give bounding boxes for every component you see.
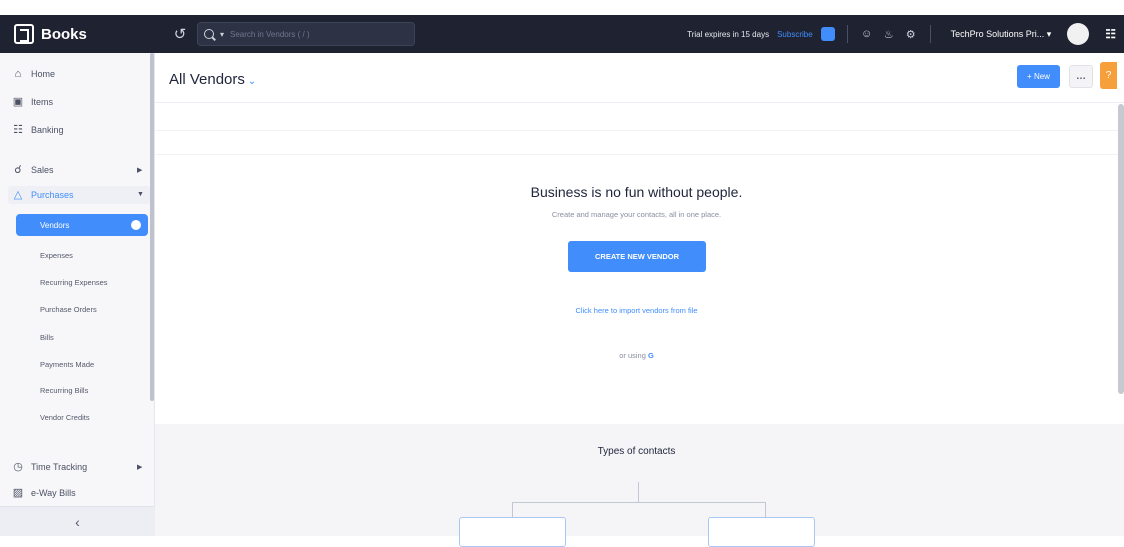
empty-state-title: Business is no fun without people.	[530, 184, 743, 200]
sidebar-item-label: Items	[31, 96, 54, 107]
search-bar[interactable]: ▾	[197, 22, 415, 46]
trial-text: Trial expires in 15 days	[687, 29, 770, 39]
sidebar-item-label: Home	[31, 69, 56, 79]
recent-history-icon[interactable]: ↺	[171, 25, 189, 43]
tree-connector	[512, 502, 513, 517]
sidebar-item-label: Time Tracking	[31, 461, 88, 472]
sidebar-item-recurring-expenses[interactable]: Recurring Expenses	[40, 278, 108, 287]
empty-state-panel: Business is no fun without people. Creat…	[155, 104, 1118, 424]
top-right-controls: Trial expires in 15 days Subscribe ☺ ♨ ⚙…	[687, 23, 1124, 45]
sidebar-scrollbar[interactable]	[150, 53, 154, 401]
subscribe-badge-icon[interactable]	[820, 27, 835, 41]
gear-icon[interactable]: ⚙	[904, 28, 918, 41]
organization-switcher[interactable]: TechPro Solutions Pri... ▾	[951, 29, 1052, 40]
sidebar-item-label: e-Way Bills	[31, 487, 76, 498]
or-using-row: or using G	[155, 351, 1118, 360]
contact-type-card	[708, 517, 815, 547]
sidebar-item-vendors[interactable]: Vendors	[16, 214, 148, 236]
page-title-dropdown[interactable]: All Vendors ⌄	[169, 71, 256, 88]
import-vendors-link[interactable]: Click here to import vendors from file	[155, 306, 1118, 315]
cart-icon: ☌	[14, 164, 22, 176]
items-box-icon: ▣	[12, 96, 24, 108]
empty-state-subtitle: Create and manage your contacts, all in …	[551, 210, 722, 219]
more-options-button[interactable]: …	[1069, 65, 1093, 88]
search-filter-chevron-icon[interactable]: ▾	[220, 30, 224, 39]
app-name: Books	[41, 25, 87, 43]
create-new-vendor-button[interactable]: CREATE NEW VENDOR	[568, 241, 706, 272]
sidebar-item-time-tracking[interactable]: ◷ Time Tracking ▶	[12, 460, 142, 473]
sidebar-item-items[interactable]: ▣ Items	[12, 95, 53, 108]
sidebar-item-expenses[interactable]: Expenses	[40, 251, 73, 260]
tree-connector	[512, 502, 766, 503]
divider	[929, 25, 931, 43]
sidebar-item-bills[interactable]: Bills	[40, 333, 54, 342]
row-divider	[155, 130, 1118, 131]
shopping-bag-icon: △	[13, 189, 23, 201]
tree-connector	[765, 502, 766, 517]
sidebar-item-payments-made[interactable]: Payments Made	[40, 360, 94, 369]
chevron-down-icon: ⌄	[247, 76, 257, 87]
sidebar-item-banking[interactable]: ☷ Banking	[12, 123, 64, 136]
new-vendor-button[interactable]: + New	[1017, 65, 1060, 88]
organization-name: TechPro Solutions Pri...	[950, 28, 1045, 39]
types-of-contacts-title: Types of contacts	[597, 446, 676, 457]
people-icon[interactable]: ☺	[860, 28, 874, 40]
sidebar-item-vendor-credits[interactable]: Vendor Credits	[40, 413, 90, 422]
sidebar-item-label: Vendors	[40, 220, 70, 230]
gsuite-import-icon[interactable]: G	[648, 351, 654, 360]
sidebar-item-purchase-orders[interactable]: Purchase Orders	[40, 305, 97, 314]
row-divider	[155, 154, 1118, 155]
books-logo-icon	[14, 24, 34, 44]
sidebar-item-label: Purchases	[31, 189, 74, 200]
chevron-left-icon: ‹	[75, 513, 80, 530]
bell-icon[interactable]: ♨	[882, 28, 896, 41]
or-using-label: or using	[619, 351, 646, 360]
chevron-right-icon: ▶	[137, 463, 143, 471]
search-icon[interactable]	[204, 29, 214, 39]
subscribe-link[interactable]: Subscribe	[777, 30, 813, 39]
types-of-contacts-section: Types of contacts	[155, 424, 1124, 547]
chevron-right-icon: ▶	[137, 166, 143, 174]
apps-grid-icon[interactable]: ☷	[1105, 27, 1116, 41]
app-logo[interactable]: Books	[0, 24, 155, 44]
chevron-down-icon: ▼	[137, 191, 144, 198]
bank-icon: ☷	[13, 124, 23, 136]
sidebar-item-label: Banking	[31, 124, 64, 135]
clock-icon: ◷	[13, 461, 23, 473]
sidebar-item-eway-bills[interactable]: ▨ e-Way Bills	[12, 486, 76, 499]
main-scrollbar[interactable]	[1118, 104, 1124, 394]
sidebar-item-home[interactable]: ⌂ Home	[12, 68, 55, 80]
search-input[interactable]	[230, 29, 401, 39]
add-vendor-plus-icon[interactable]	[131, 220, 141, 230]
home-icon: ⌂	[14, 68, 22, 80]
avatar[interactable]	[1067, 23, 1090, 45]
collapse-sidebar-button[interactable]: ‹	[0, 506, 155, 536]
tree-connector	[638, 482, 639, 502]
help-button[interactable]: ?	[1100, 62, 1117, 89]
sidebar-item-purchases[interactable]: △ Purchases ▼	[12, 188, 144, 201]
divider	[846, 25, 848, 43]
truck-icon: ▨	[12, 487, 24, 499]
top-navigation-bar: Books ↺ ▾ Trial expires in 15 days Subsc…	[0, 15, 1124, 53]
sidebar-item-sales[interactable]: ☌ Sales ▶	[12, 163, 142, 176]
page-header: All Vendors ⌄ + New … ?	[155, 53, 1124, 103]
sidebar: ⌂ Home ▣ Items ☷ Banking ☌ Sales ▶ △ Pur…	[0, 53, 155, 536]
page-title: All Vendors	[169, 71, 245, 88]
sidebar-item-recurring-bills[interactable]: Recurring Bills	[40, 386, 88, 395]
sidebar-item-label: Sales	[31, 164, 54, 175]
contact-type-card	[459, 517, 566, 547]
